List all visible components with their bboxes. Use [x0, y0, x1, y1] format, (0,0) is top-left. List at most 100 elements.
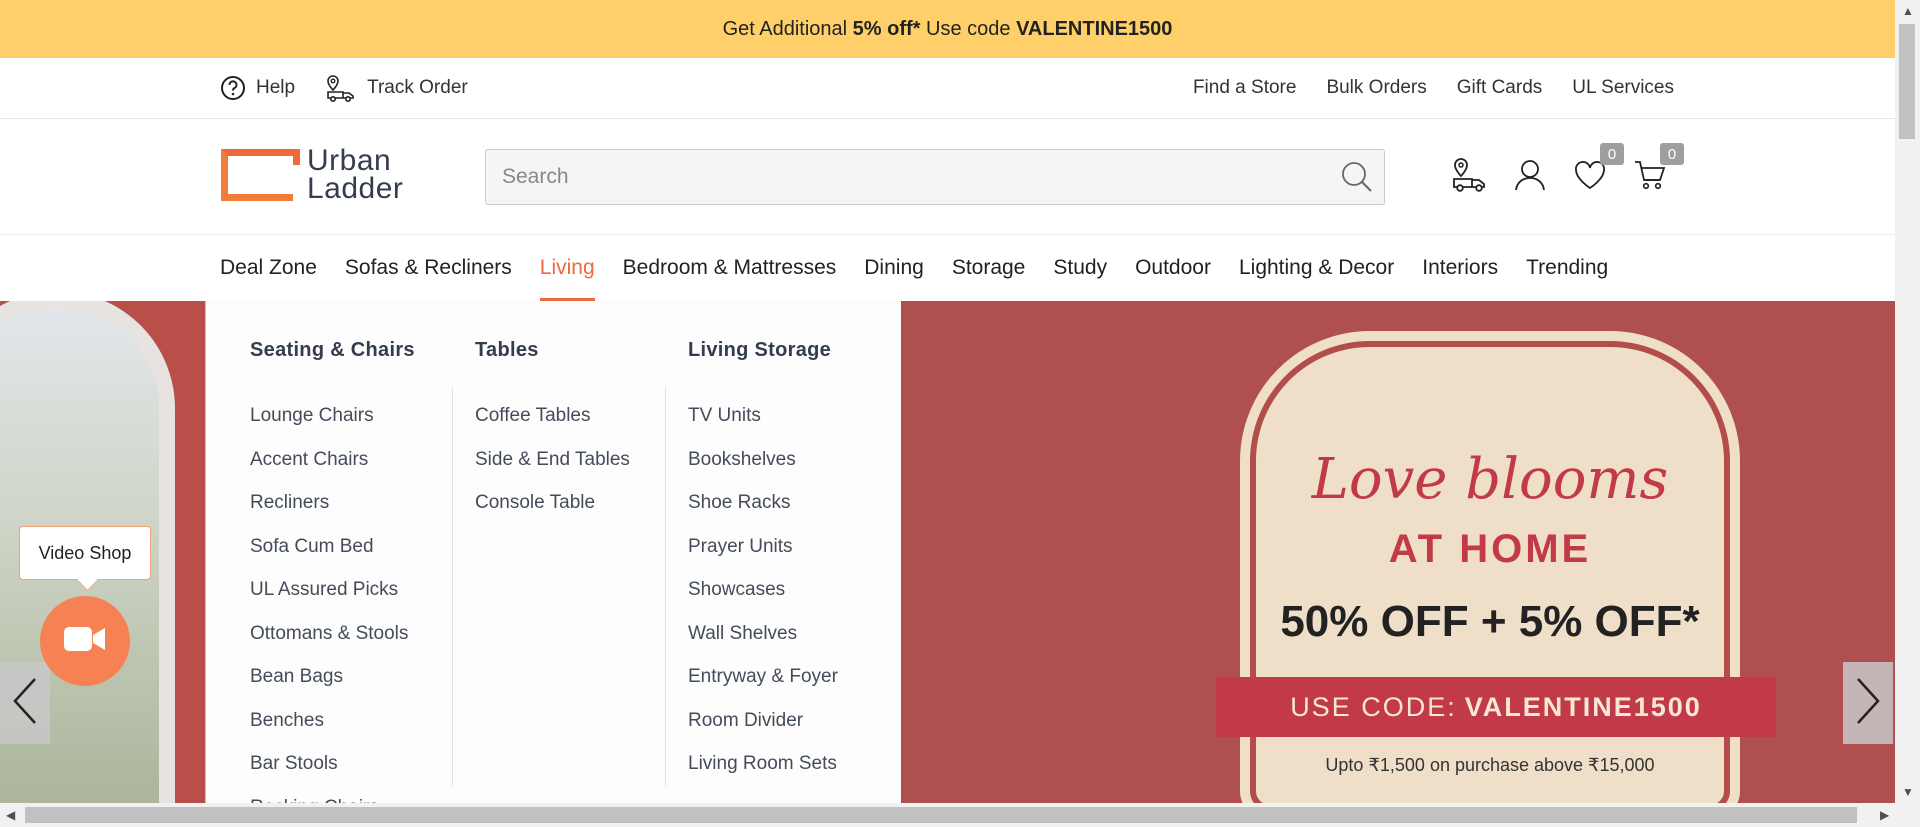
mega-menu-link[interactable]: Sofa Cum Bed [250, 525, 415, 569]
nav-item-living[interactable]: Living [526, 235, 609, 301]
help-label: Help [256, 77, 296, 98]
video-shop-tooltip[interactable]: Video Shop [19, 526, 151, 580]
mega-menu-link[interactable]: Living Room Sets [688, 742, 838, 786]
mega-menu-link[interactable]: Room Divider [688, 699, 838, 743]
mega-menu-link[interactable]: Shoe Racks [688, 481, 838, 525]
chevron-left-icon [10, 676, 40, 731]
help-link[interactable]: Help [220, 75, 295, 101]
scroll-right-icon[interactable]: ▶ [1880, 808, 1889, 822]
nav-item-interiors[interactable]: Interiors [1408, 235, 1512, 301]
nav-item-dining[interactable]: Dining [850, 235, 938, 301]
mega-menu-link[interactable]: Bar Stools [250, 742, 415, 786]
truck-icon [325, 73, 357, 103]
mega-menu-link[interactable]: Wall Shelves [688, 612, 838, 656]
nav-item-lighting-decor[interactable]: Lighting & Decor [1225, 235, 1408, 301]
logo-mark-icon [221, 149, 300, 201]
valentine-banner[interactable]: Love blooms AT HOME 50% OFF + 5% OFF* US… [900, 301, 1895, 803]
mega-col-living-storage: Living Storage TV Units Bookshelves Shoe R… [688, 301, 838, 786]
nav-item-study[interactable]: Study [1039, 235, 1121, 301]
user-icon [1513, 158, 1547, 197]
nav-item-storage[interactable]: Storage [938, 235, 1040, 301]
promo-text-middle: Use code [926, 17, 1011, 40]
mega-col-tables: Tables Coffee Tables Side & End Tables Con… [475, 301, 630, 525]
logo-line-2: Ladder [307, 172, 404, 205]
category-nav-list: Deal Zone Sofas & Recliners Living Bedroom … [220, 235, 1622, 301]
mega-col-title[interactable]: Living Storage [688, 339, 838, 379]
vertical-scrollbar-thumb[interactable] [1899, 24, 1915, 139]
scroll-left-icon[interactable]: ◀ [6, 808, 15, 822]
mega-menu-link[interactable]: UL Assured Picks [250, 568, 415, 612]
mega-menu-link[interactable]: TV Units [688, 394, 838, 438]
main-header: Urban Ladder Search 0 0 [0, 119, 1895, 235]
search-icon[interactable] [1340, 160, 1374, 199]
video-camera-icon [62, 624, 108, 659]
nav-item-bedroom-mattresses[interactable]: Bedroom & Mattresses [609, 235, 851, 301]
promo-bar[interactable]: Get Additional 5% off* Use code VALENTIN… [0, 0, 1895, 58]
mega-col-list: Coffee Tables Side & End Tables Console Ta… [475, 394, 630, 525]
cart-count-badge: 0 [1660, 143, 1684, 165]
chevron-right-icon [1853, 676, 1883, 731]
gift-cards-link[interactable]: Gift Cards [1457, 77, 1543, 99]
account-button[interactable] [1510, 157, 1550, 197]
mega-col-title[interactable]: Tables [475, 339, 630, 379]
column-divider [665, 387, 666, 787]
vertical-scrollbar[interactable]: ▲ ▼ [1895, 0, 1920, 803]
mega-col-title[interactable]: Seating & Chairs [250, 339, 415, 379]
mega-menu-link[interactable]: Console Table [475, 481, 630, 525]
mega-menu-link[interactable]: Showcases [688, 568, 838, 612]
store-locator-button[interactable] [1450, 157, 1490, 197]
logo-text: Urban Ladder [307, 146, 404, 205]
bulk-orders-link[interactable]: Bulk Orders [1326, 77, 1426, 99]
horizontal-scrollbar-thumb[interactable] [25, 807, 1857, 823]
mega-menu-link[interactable]: Ottomans & Stools [250, 612, 415, 656]
help-icon [220, 75, 246, 101]
truck-location-icon [1450, 156, 1490, 199]
search-box[interactable] [485, 149, 1385, 205]
mega-menu-link[interactable]: Rocking Chairs [250, 786, 415, 804]
search-input[interactable] [486, 150, 1306, 204]
scroll-down-icon[interactable]: ▼ [1902, 785, 1914, 799]
nav-item-deal-zone[interactable]: Deal Zone [220, 235, 331, 301]
nav-item-sofas-recliners[interactable]: Sofas & Recliners [331, 235, 526, 301]
utility-bar: Help Track Order Find a Store Bulk Order… [0, 58, 1895, 119]
mega-menu-link[interactable]: Side & End Tables [475, 438, 630, 482]
mega-menu-link[interactable]: Entryway & Foyer [688, 655, 838, 699]
mega-menu-link[interactable]: Recliners [250, 481, 415, 525]
carousel-next-button[interactable] [1843, 662, 1893, 744]
promo-discount: 5% off* [852, 17, 921, 40]
mega-col-list: TV Units Bookshelves Shoe Racks Prayer Unit… [688, 394, 838, 786]
banner-offer: 50% OFF + 5% OFF* [1280, 597, 1700, 646]
urban-ladder-logo[interactable]: Urban Ladder [221, 146, 404, 205]
category-nav: Deal Zone Sofas & Recliners Living Bedroom … [0, 235, 1895, 301]
nav-item-outdoor[interactable]: Outdoor [1121, 235, 1225, 301]
promo-text-prefix: Get Additional [722, 17, 848, 40]
banner-code-ribbon: USE CODE: VALENTINE1500 [1216, 677, 1776, 737]
mega-menu-link[interactable]: Lounge Chairs [250, 394, 415, 438]
mega-col-seating: Seating & Chairs Lounge Chairs Accent Cha… [250, 301, 415, 803]
mega-menu-link[interactable]: Bean Bags [250, 655, 415, 699]
mega-menu-link[interactable]: Benches [250, 699, 415, 743]
scroll-up-icon[interactable]: ▲ [1902, 4, 1914, 18]
horizontal-scrollbar[interactable]: ◀ ▶ [0, 803, 1920, 827]
mega-menu-link[interactable]: Prayer Units [688, 525, 838, 569]
column-divider [452, 387, 453, 787]
mega-menu-link[interactable]: Coffee Tables [475, 394, 630, 438]
living-mega-menu: Seating & Chairs Lounge Chairs Accent Cha… [206, 301, 901, 803]
mega-menu-link[interactable]: Bookshelves [688, 438, 838, 482]
header-icons: 0 0 [1450, 143, 1684, 197]
page-viewport: Get Additional 5% off* Use code VALENTIN… [0, 0, 1895, 803]
wishlist-button[interactable]: 0 [1570, 143, 1624, 197]
ul-services-link[interactable]: UL Services [1572, 77, 1674, 99]
find-store-link[interactable]: Find a Store [1193, 77, 1297, 99]
track-order-link[interactable]: Track Order [325, 73, 468, 103]
carousel-prev-button[interactable] [0, 662, 50, 744]
video-shop-button[interactable] [40, 596, 130, 686]
mega-menu-link[interactable]: Accent Chairs [250, 438, 415, 482]
banner-card: Love blooms AT HOME 50% OFF + 5% OFF* US… [1216, 341, 1776, 803]
track-order-label: Track Order [367, 77, 468, 98]
banner-code-prefix: USE CODE: [1290, 691, 1457, 722]
nav-item-trending[interactable]: Trending [1512, 235, 1622, 301]
wishlist-count-badge: 0 [1600, 143, 1624, 165]
cart-button[interactable]: 0 [1630, 143, 1684, 197]
banner-fineprint: Upto ₹1,500 on purchase above ₹15,000 [1325, 755, 1655, 775]
